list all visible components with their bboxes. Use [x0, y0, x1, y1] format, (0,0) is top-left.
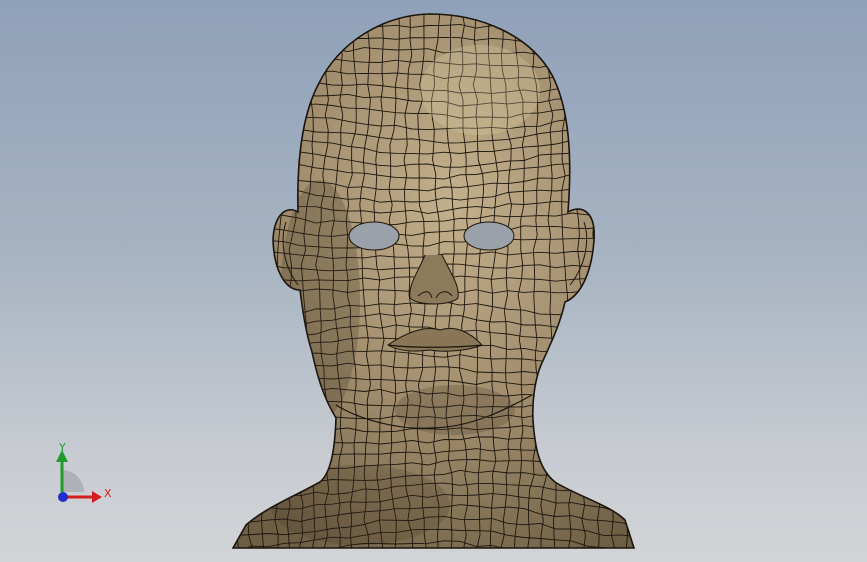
z-axis-origin	[58, 492, 68, 502]
graphics-viewport[interactable]: Y X	[0, 0, 867, 562]
mesh-column-line	[234, 14, 254, 548]
mesh-column-line	[260, 14, 279, 548]
mesh-column-line	[640, 10, 658, 550]
y-axis-label: Y	[58, 441, 66, 454]
mesh-column-line	[653, 10, 673, 550]
x-axis-label: X	[104, 487, 112, 500]
mesh-column-line	[233, 14, 240, 548]
mesh-column-line	[247, 14, 265, 548]
coordinate-triad: Y X	[56, 441, 112, 503]
mesh-column-line	[610, 14, 630, 548]
x-axis-arrow	[92, 491, 102, 503]
head-mesh-model[interactable]	[0, 0, 867, 562]
right-eye-opening	[463, 221, 515, 251]
mesh-column-line	[625, 14, 634, 548]
triad-quadrant	[62, 470, 84, 492]
mesh-column-line	[204, 10, 224, 550]
left-eye-opening	[348, 221, 400, 251]
mesh-column-line	[597, 14, 613, 548]
